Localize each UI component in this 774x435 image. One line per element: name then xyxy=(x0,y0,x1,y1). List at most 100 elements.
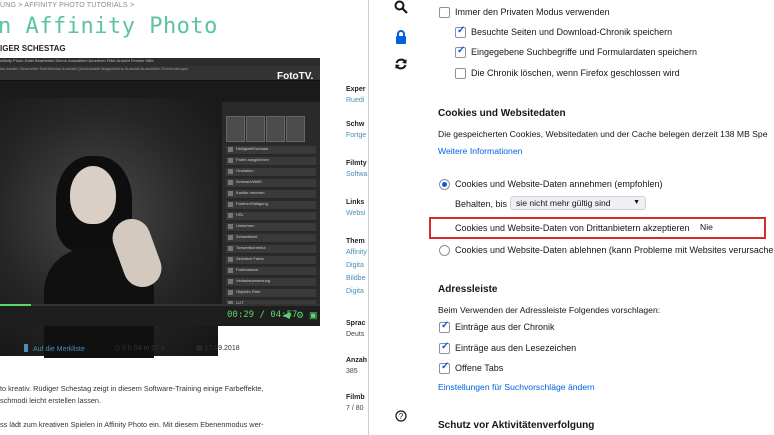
video-app-toolbar: Ias kanten Geometrie Schrittweise Auswah… xyxy=(0,66,320,81)
private-mode-label[interactable]: Immer den Privaten Modus verwenden xyxy=(455,7,610,17)
accept-cookies-radio[interactable] xyxy=(439,179,450,190)
adjustment-icon xyxy=(228,290,233,295)
adjustment-label: Verlaufsumsetzung xyxy=(236,278,271,283)
video-adjustments-panel: Helligkeit/Kontrast Farbe ausgleichen Grad… xyxy=(222,102,320,326)
more-info-link[interactable]: Weitere Informationen xyxy=(438,146,522,156)
address-history-checkbox[interactable] xyxy=(439,320,450,333)
sidebar-value: Deuts xyxy=(346,331,365,338)
adjustment-icon xyxy=(228,268,233,273)
adjustment-label: Schwarz/Weiß xyxy=(236,179,262,184)
adjustment-icon xyxy=(228,191,233,196)
cookies-description: Die gespeicherten Cookies, Websitedaten … xyxy=(438,129,768,139)
highlight-box xyxy=(429,217,766,239)
sidebar-value: 385 xyxy=(346,368,358,375)
accept-cookies-label[interactable]: Cookies und Website-Daten annehmen (empf… xyxy=(455,179,662,189)
search-form-history-label[interactable]: Eingegebene Suchbegriffe und Formulardat… xyxy=(471,47,697,57)
clear-on-close-checkbox[interactable] xyxy=(455,68,466,79)
sidebar-heading: Exper xyxy=(346,86,366,93)
sidebar-link[interactable]: Digita xyxy=(346,262,364,269)
sidebar-heading: Filmty xyxy=(346,160,367,167)
thumbnail xyxy=(286,116,305,142)
adjustment-row: Objektiv-Filter xyxy=(226,289,316,298)
sidebar-heading: Them xyxy=(346,238,365,245)
visited-downloads-label[interactable]: Besuchte Seiten und Download-Chronik spe… xyxy=(471,27,672,37)
sidebar-link[interactable]: Ruedi xyxy=(346,97,364,104)
video-app-menubar: Affinity Photo Datei Bearbeiten Ebene Au… xyxy=(0,58,320,66)
date-value: 17.09.2018 xyxy=(204,345,240,352)
description-line: schmodi leicht erstellen lassen. xyxy=(0,396,101,405)
adjustment-icon xyxy=(228,180,233,185)
sidebar-link[interactable]: Websi xyxy=(346,210,365,217)
adjustment-row: Helligkeit/Kontrast xyxy=(226,146,316,155)
address-open-tabs-checkbox[interactable] xyxy=(439,361,450,374)
lock-icon[interactable] xyxy=(393,30,409,46)
adjustment-row: Farbe ausgleichen xyxy=(226,157,316,166)
adjustment-label: Kanäle mischen xyxy=(236,190,265,195)
reject-cookies-radio[interactable] xyxy=(439,245,450,256)
sidebar-heading: Anzah xyxy=(346,357,367,364)
duration-value: 0 h 04 m 57 s xyxy=(122,345,165,352)
description-line: ss lädt zum kreativen Spielen in Affinit… xyxy=(0,420,264,429)
adjustment-icon xyxy=(228,279,233,284)
adjustment-label: Umkehren xyxy=(236,223,255,228)
address-open-tabs-label[interactable]: Offene Tabs xyxy=(455,363,503,373)
sidebar-link[interactable]: Fortge xyxy=(346,132,366,139)
sidebar-link[interactable]: Softwa xyxy=(346,171,367,178)
publish-date: ▦ 17.09.2018 xyxy=(196,344,240,352)
adjustment-row: Farbton/Sättigung xyxy=(226,201,316,210)
sidebar-heading: Sprac xyxy=(346,320,366,327)
author-name: IGER SCHESTAG xyxy=(0,44,66,53)
breadcrumb[interactable]: UNG > AFFINITY PHOTO TUTORIALS > xyxy=(0,2,134,9)
sidebar-value: 7 / 80 xyxy=(346,405,364,412)
adjustment-row: Farbbalance xyxy=(226,267,316,276)
bookmark-label: Auf die Merkliste xyxy=(33,346,85,353)
adjustment-label: Tonwertkorrektur xyxy=(236,245,266,250)
adjustment-icon xyxy=(228,213,233,218)
sync-icon[interactable] xyxy=(393,57,409,73)
bookmark-icon xyxy=(24,344,28,352)
adjustment-row: Selektive Farbe xyxy=(226,256,316,265)
sidebar-link[interactable]: Digita xyxy=(346,288,364,295)
volume-icon[interactable]: ◀ xyxy=(283,310,290,321)
clear-on-close-label[interactable]: Die Chronik löschen, wenn Firefox geschl… xyxy=(471,68,680,78)
svg-text:?: ? xyxy=(399,412,404,421)
video-app-toolbar-text: Ias kanten Geometrie Schrittweise Auswah… xyxy=(0,66,189,71)
search-suggestions-settings-link[interactable]: Einstellungen für Suchvorschläge ändern xyxy=(438,382,595,392)
private-mode-checkbox[interactable] xyxy=(439,7,450,18)
adjustment-icon xyxy=(228,224,233,229)
adjustment-icon xyxy=(228,147,233,152)
firefox-privacy-preferences: ? Immer den Privaten Modus verwenden Bes… xyxy=(368,0,774,435)
settings-icon[interactable]: ⚙ xyxy=(296,310,304,321)
adjustment-icon xyxy=(228,235,233,240)
keep-until-label: Behalten, bis xyxy=(455,199,508,209)
adjustment-icon xyxy=(228,246,233,251)
address-history-label[interactable]: Einträge aus der Chronik xyxy=(455,322,555,332)
help-icon[interactable]: ? xyxy=(393,410,409,426)
adjustment-row: Verlaufsumsetzung xyxy=(226,278,316,287)
sidebar-link[interactable]: Affinity xyxy=(346,249,367,256)
visited-downloads-checkbox[interactable] xyxy=(455,25,466,38)
sidebar-link[interactable]: Bildbe xyxy=(346,275,365,282)
thumbnail xyxy=(266,116,285,142)
page-title: n Affinity Photo xyxy=(0,14,218,39)
adjustment-row: Gradation xyxy=(226,168,316,177)
adjustment-label: Farbbalance xyxy=(236,267,259,272)
keep-until-dropdown[interactable]: sie nicht mehr gültig sind ▼ xyxy=(510,196,646,210)
fullscreen-icon[interactable]: ▣ xyxy=(309,310,318,321)
keep-until-value: sie nicht mehr gültig sind xyxy=(516,198,611,208)
address-bookmarks-label[interactable]: Einträge aus den Lesezeichen xyxy=(455,343,576,353)
address-bookmarks-checkbox[interactable] xyxy=(439,341,450,354)
sidebar-heading: Links xyxy=(346,199,365,206)
adjustment-label: Helligkeit/Kontrast xyxy=(236,146,269,151)
video-player[interactable]: Affinity Photo Datei Bearbeiten Ebene Au… xyxy=(0,58,320,358)
thumbnail xyxy=(226,116,245,142)
adjustment-row: HSL xyxy=(226,212,316,221)
adjustment-row: Schwarz/Weiß xyxy=(226,179,316,188)
description-line: to kreativ. Rüdiger Schestag zeigt in di… xyxy=(0,384,264,393)
reject-cookies-label[interactable]: Cookies und Website-Daten ablehnen (kann… xyxy=(455,245,774,255)
search-icon[interactable] xyxy=(393,0,409,16)
search-form-history-checkbox[interactable] xyxy=(455,45,466,58)
duration: ◷ 0 h 04 m 57 s xyxy=(114,344,164,352)
bookmark-link[interactable]: Auf die Merkliste xyxy=(24,344,85,353)
adjustment-icon xyxy=(228,257,233,262)
